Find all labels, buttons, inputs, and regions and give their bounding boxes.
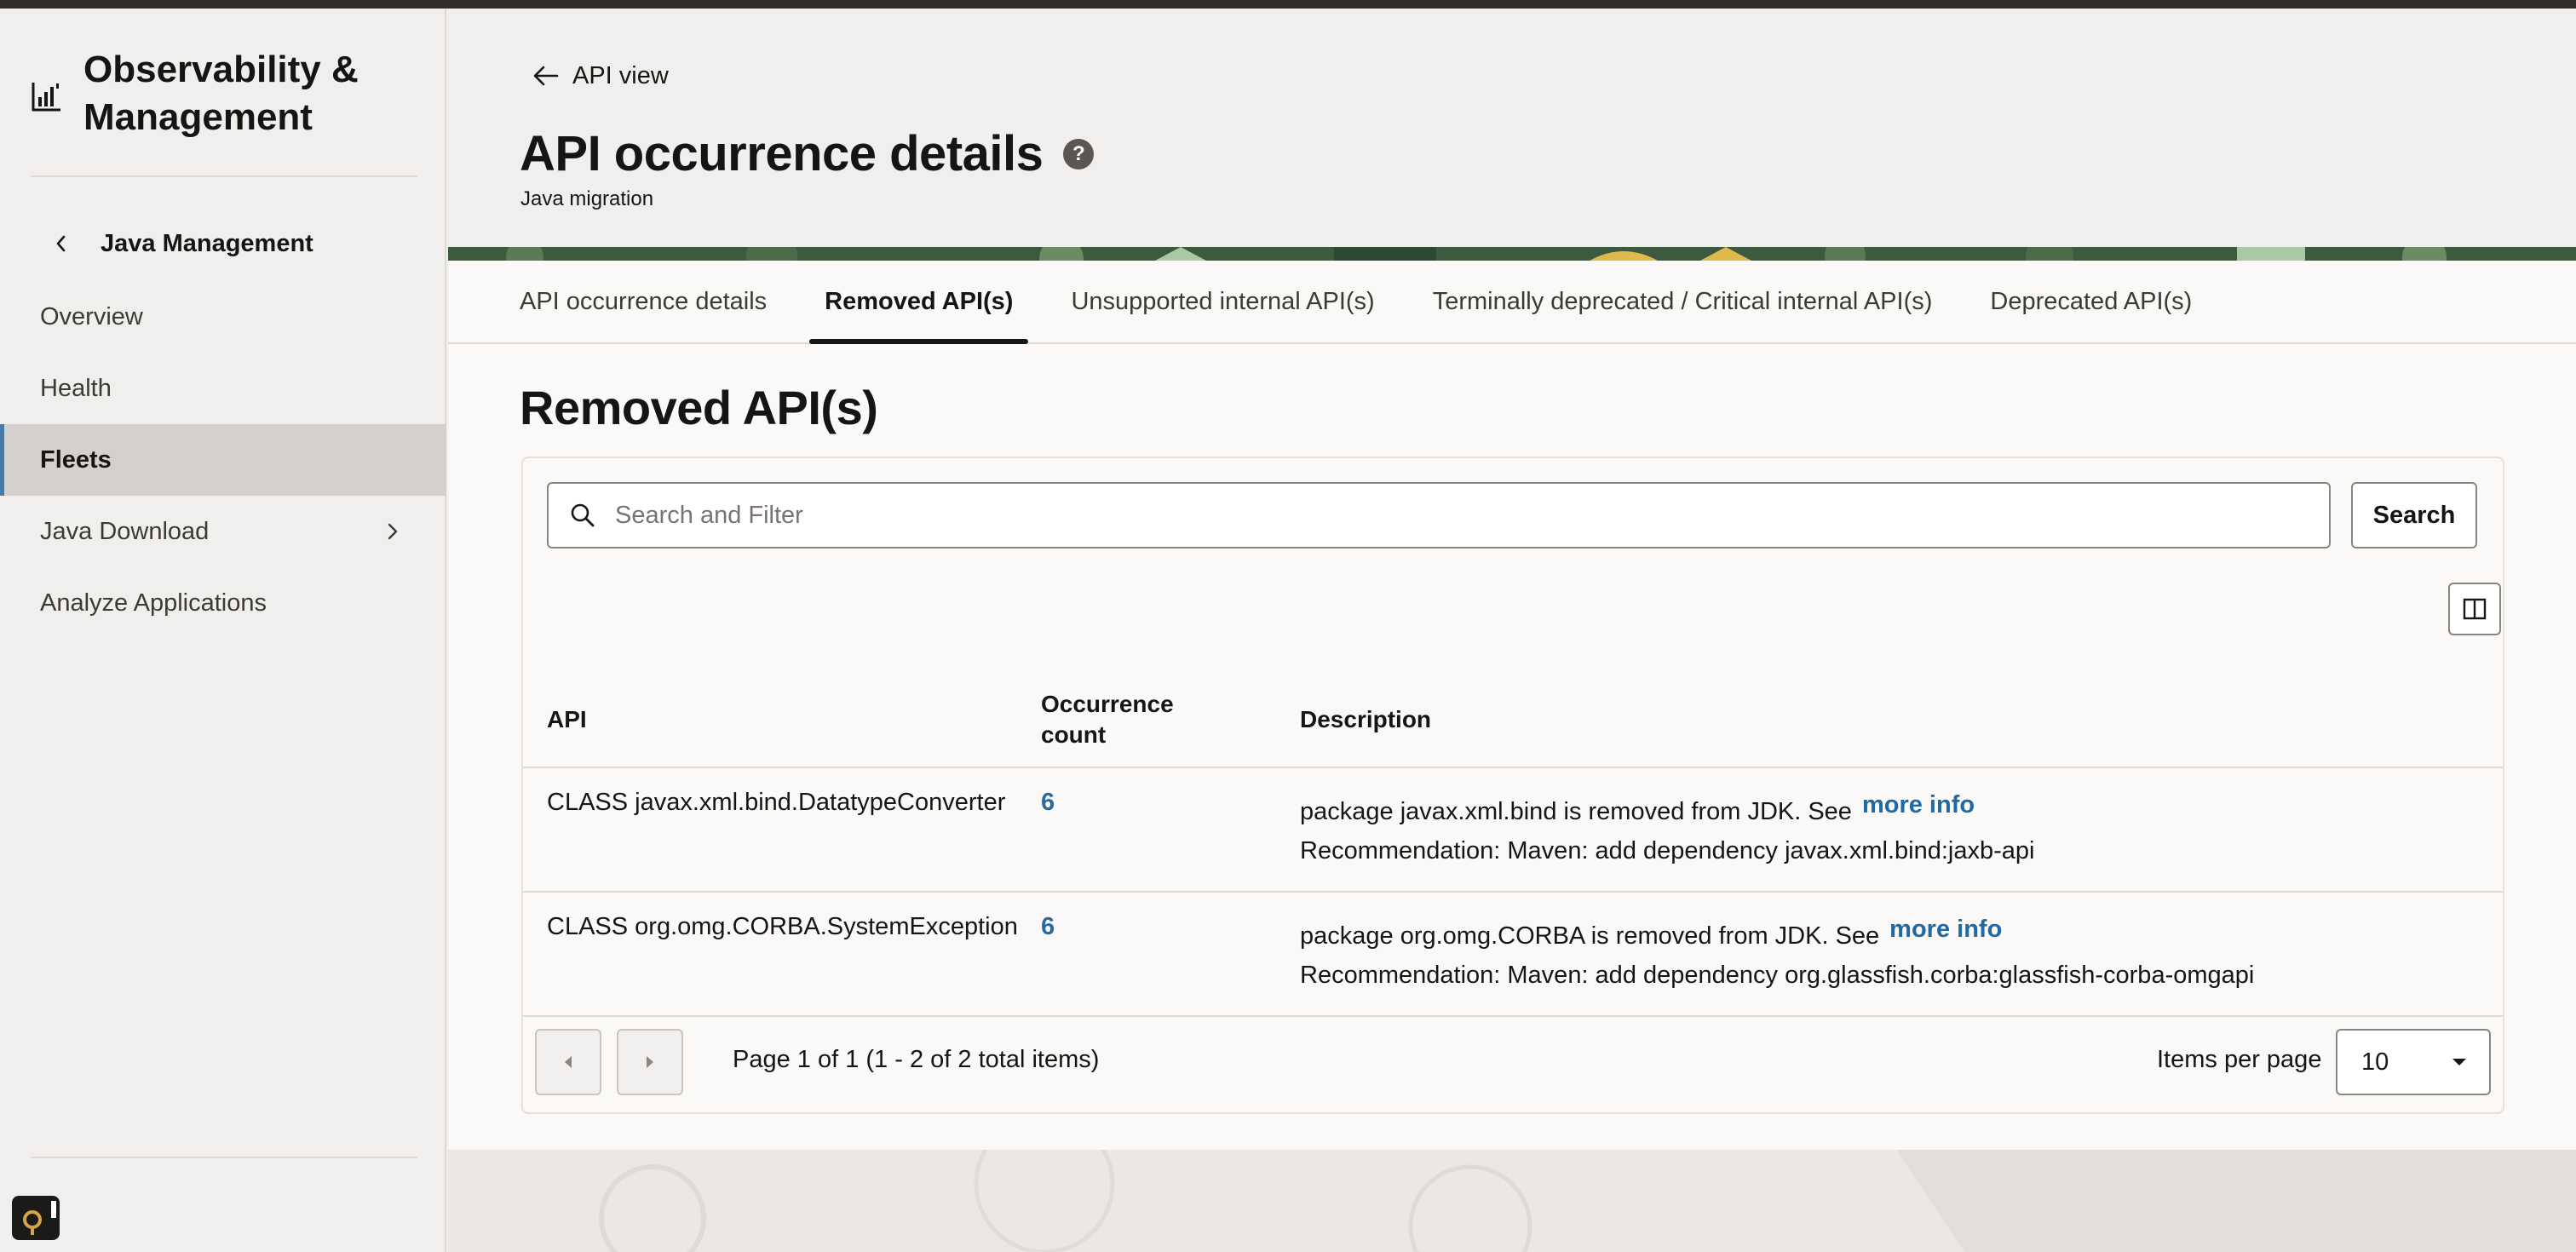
sidebar-item-overview[interactable]: Overview [0, 281, 446, 353]
cell-api: CLASS org.omg.CORBA.SystemException [547, 913, 1018, 940]
tab-unsupported-internal-apis[interactable]: Unsupported internal API(s) [1055, 261, 1389, 342]
sidebar-item-label: Overview [40, 302, 143, 330]
caret-left-icon [565, 1056, 572, 1068]
back-link-label: API view [572, 61, 669, 89]
next-page-button[interactable] [617, 1029, 683, 1095]
section-title: Removed API(s) [520, 381, 878, 434]
chart-icon [32, 83, 60, 112]
decorative-banner [448, 247, 2576, 261]
cell-description: package javax.xml.bind is removed from J… [1300, 791, 2035, 870]
pagination: Page 1 of 1 (1 - 2 of 2 total items) Ite… [523, 1012, 2503, 1114]
back-link-api-view[interactable]: API view [532, 55, 669, 97]
search-field [547, 482, 2331, 548]
back-to-java-management[interactable]: Java Management [49, 220, 313, 267]
page-header: API view API occurrence details ? Java m… [448, 9, 2576, 247]
tab-api-occurrence-details[interactable]: API occurrence details [504, 261, 782, 342]
columns-icon [2463, 598, 2487, 620]
sidebar-item-fleets[interactable]: Fleets [0, 424, 446, 496]
sidebar-item-label: Fleets [40, 445, 112, 474]
sidebar-divider [31, 1157, 417, 1158]
column-header-api[interactable]: API [547, 671, 587, 768]
results-card: Search API Occurrence count Desc [521, 457, 2504, 1114]
caret-right-icon [647, 1056, 653, 1068]
more-info-link[interactable]: more info [1889, 916, 2002, 943]
sidebar-item-java-download[interactable]: Java Download [0, 496, 446, 567]
help-launcher-icon [23, 1201, 56, 1235]
sidebar-item-label: Java Download [40, 517, 210, 545]
items-per-page-select[interactable]: 10 [2336, 1029, 2491, 1095]
cell-api: CLASS javax.xml.bind.DatatypeConverter [547, 789, 1006, 816]
app-title: Observability & Management [83, 49, 359, 138]
column-header-line: Occurrence [1041, 691, 1174, 717]
decorative-footer [448, 1150, 2576, 1252]
search-input[interactable] [615, 501, 2234, 530]
column-header-occurrence-count[interactable]: Occurrence count [1041, 671, 1174, 768]
back-module-label: Java Management [101, 229, 313, 257]
description-text: package javax.xml.bind is removed from J… [1300, 798, 1852, 825]
tab-bar: API occurrence details Removed API(s) Un… [448, 261, 2576, 344]
search-button[interactable]: Search [2351, 482, 2477, 548]
more-info-link[interactable]: more info [1862, 791, 1975, 818]
search-icon [571, 503, 595, 527]
page-title: API occurrence details [520, 126, 1044, 181]
brand: Observability & Management [31, 46, 407, 141]
table-row: CLASS javax.xml.bind.DatatypeConverter 6… [523, 768, 2503, 893]
description-text: package org.omg.CORBA is removed from JD… [1300, 922, 1880, 950]
previous-page-button[interactable] [535, 1029, 601, 1095]
removed-apis-section: Removed API(s) Search API [448, 344, 2576, 1150]
pagination-status: Page 1 of 1 (1 - 2 of 2 total items) [733, 1046, 1100, 1073]
chevron-left-icon [56, 235, 66, 252]
sidebar-item-health[interactable]: Health [0, 353, 446, 424]
table-row: CLASS org.omg.CORBA.SystemException 6 pa… [523, 893, 2503, 1017]
sidebar-item-label: Health [40, 374, 112, 402]
recommendation-text: Recommendation: Maven: add dependency or… [1300, 962, 2255, 989]
sidebar-divider [31, 175, 417, 177]
footer-pattern [448, 1150, 2576, 1252]
page-title-row: API occurrence details ? [520, 119, 1095, 189]
column-header-line: count [1041, 721, 1107, 748]
items-per-page-label: Items per page [2157, 1046, 2322, 1073]
main-content: API view API occurrence details ? Java m… [448, 9, 2576, 1252]
chevron-right-icon [388, 523, 398, 540]
column-header-description[interactable]: Description [1300, 671, 1431, 768]
sidebar-nav: Overview Health Fleets Java Download Ana… [0, 281, 446, 639]
cell-occurrence-count-link[interactable]: 6 [1041, 789, 1055, 817]
cell-description: package org.omg.CORBA is removed from JD… [1300, 916, 2254, 995]
arrow-left-icon [533, 66, 559, 86]
sidebar-item-analyze-applications[interactable]: Analyze Applications [0, 567, 446, 639]
cell-occurrence-count-link[interactable]: 6 [1041, 913, 1055, 941]
top-bar [0, 0, 2576, 9]
recommendation-text: Recommendation: Maven: add dependency ja… [1300, 837, 2035, 864]
page-subtitle: Java migration [520, 187, 654, 210]
help-launcher-button[interactable] [12, 1196, 60, 1240]
apis-table: API Occurrence count Description CLASS j… [523, 671, 2503, 1017]
table-header: API Occurrence count Description [523, 671, 2503, 768]
tab-removed-apis[interactable]: Removed API(s) [809, 261, 1029, 344]
help-icon[interactable]: ? [1063, 139, 1095, 169]
sidebar: Observability & Management Java Manageme… [0, 9, 446, 1252]
column-visibility-button[interactable] [2448, 583, 2501, 635]
sidebar-item-label: Analyze Applications [40, 589, 267, 617]
tab-deprecated-apis[interactable]: Deprecated API(s) [1975, 261, 2207, 342]
banner-pattern [448, 247, 2576, 261]
caret-down-icon [2452, 1059, 2466, 1065]
items-per-page-value: 10 [2361, 1048, 2389, 1076]
tab-terminally-deprecated-critical-internal-apis[interactable]: Terminally deprecated / Critical interna… [1417, 261, 1948, 342]
